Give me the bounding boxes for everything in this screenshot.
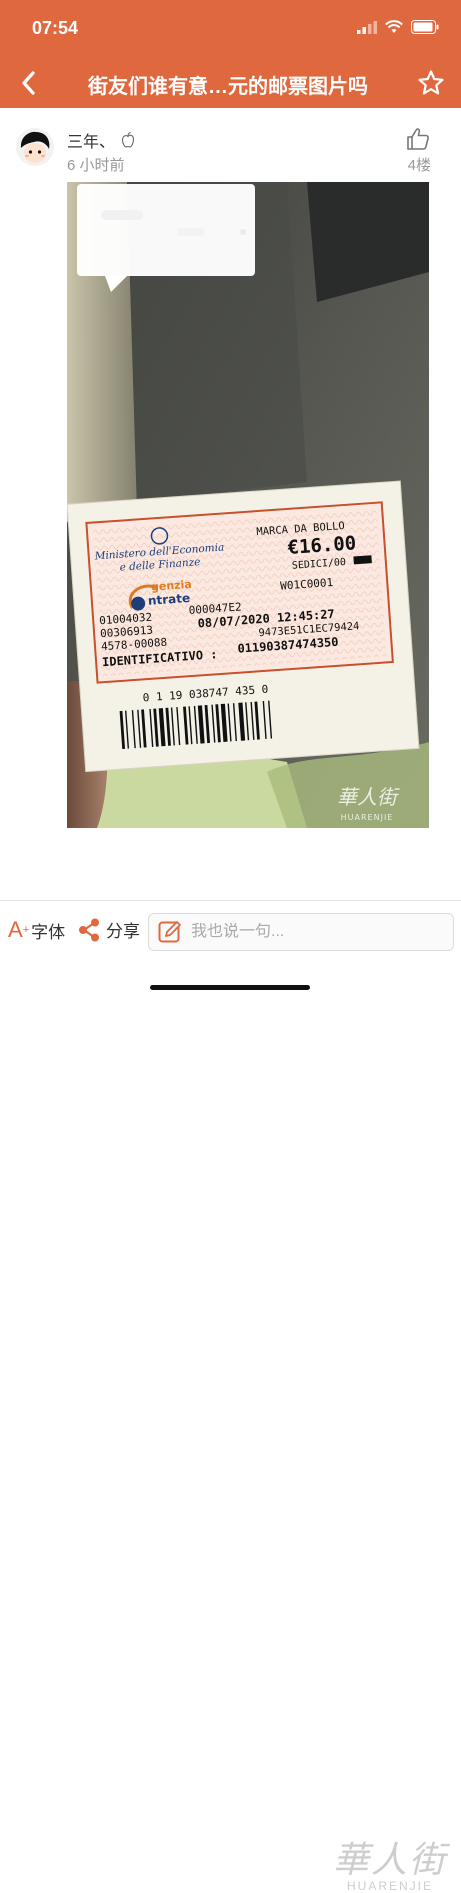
photo-watermark-cn: 華人街 [337, 785, 400, 809]
post-photo[interactable]: Ministero dell'Economia e delle Finanze … [67, 182, 429, 828]
font-size-button[interactable]: A + 字体 [8, 917, 65, 943]
floor-number: 4楼 [407, 157, 431, 174]
stamp-photo: Ministero dell'Economia e delle Finanze … [67, 182, 429, 828]
favorite-button[interactable] [415, 67, 447, 99]
font-size-label: 字体 [31, 922, 66, 942]
stamp-agency-line2: ntrate [147, 591, 190, 608]
comment-bubble [77, 184, 255, 292]
pen-icon [155, 917, 185, 947]
home-indicator [150, 985, 310, 990]
wifi-icon [385, 20, 403, 33]
post-header: 三年、 6 小时前 4楼 [0, 108, 461, 182]
username-text: 三年、 [67, 134, 116, 151]
thumbs-up-icon[interactable] [405, 126, 431, 152]
chevron-left-icon [22, 71, 35, 95]
username[interactable]: 三年、 [67, 128, 135, 152]
share-button[interactable]: 分享 [78, 917, 140, 942]
watermark-cn: 華人街 [332, 1840, 447, 1881]
status-icons [357, 20, 439, 34]
signal-icon [357, 21, 377, 34]
avatar-face-icon [16, 128, 54, 166]
share-icon [79, 918, 99, 941]
avatar[interactable] [16, 128, 54, 166]
status-bar: 07:54 [0, 0, 461, 58]
watermark-en: HUARENJIE [346, 1879, 433, 1893]
comment-input[interactable] [191, 923, 441, 941]
battery-icon [411, 20, 439, 34]
photo-watermark-en: HUARENJIE [341, 813, 394, 822]
site-watermark: 華人街 HUARENJIE [333, 1831, 447, 1893]
comment-box[interactable] [148, 913, 454, 951]
page-title: 街友们谁有意…元的邮票图片吗 [88, 76, 368, 98]
apple-icon [121, 132, 135, 148]
star-icon [418, 70, 444, 95]
post-time: 6 小时前 [67, 157, 125, 174]
nav-bar: 街友们谁有意…元的邮票图片吗 [0, 58, 461, 108]
share-label: 分享 [106, 922, 140, 941]
back-button[interactable] [12, 66, 46, 100]
status-time: 07:54 [32, 18, 79, 38]
font-size-icon: A [8, 917, 23, 942]
